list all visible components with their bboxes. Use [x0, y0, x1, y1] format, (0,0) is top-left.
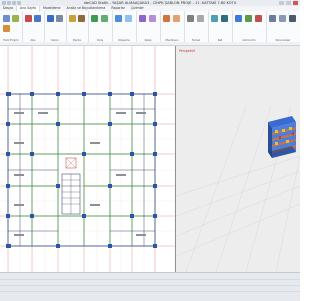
footing-icon[interactable]: [197, 15, 204, 22]
redo-icon[interactable]: [12, 1, 16, 5]
viewport-label: Perspektif: [179, 49, 195, 53]
foundation-icon[interactable]: [187, 15, 194, 22]
view-section-icon[interactable]: [255, 15, 262, 22]
ribbon-group-beam: Kiriş: [88, 11, 113, 42]
maximize-icon[interactable]: [286, 1, 291, 5]
column-edit-icon[interactable]: [56, 15, 63, 22]
floor-plan-drawing[interactable]: [0, 46, 175, 272]
window-controls: [279, 1, 298, 5]
ribbon-group-formwork: Kalıp: [136, 11, 161, 42]
perspective-drawing[interactable]: [176, 46, 300, 272]
view-3d-icon[interactable]: [235, 15, 242, 22]
floor-icon[interactable]: [211, 15, 218, 22]
column-icon[interactable]: [47, 15, 54, 22]
wall-icon[interactable]: [69, 15, 76, 22]
ribbon-group-slab: Döşeme: [112, 11, 137, 42]
3d-viewport[interactable]: Perspektif: [176, 46, 300, 272]
ribbon-group-column: Kolon: [44, 11, 67, 42]
status-bar: [0, 272, 300, 301]
grid-icon[interactable]: [34, 15, 41, 22]
print-icon[interactable]: [17, 1, 21, 5]
ramp-icon[interactable]: [173, 15, 180, 22]
slab-edit-icon[interactable]: [125, 15, 132, 22]
ribbon-group-foundation: Temel: [184, 11, 209, 42]
open-icon[interactable]: [12, 15, 19, 22]
beam-edit-icon[interactable]: [101, 15, 108, 22]
plan-viewport[interactable]: [0, 46, 176, 272]
axis-icon[interactable]: [25, 15, 32, 22]
undo-icon[interactable]: [7, 1, 11, 5]
background-grid: [0, 46, 175, 272]
status-row: [0, 285, 300, 292]
formwork-edit-icon[interactable]: [149, 15, 156, 22]
slab-icon[interactable]: [115, 15, 122, 22]
ribbon-group-floor: Kat: [208, 11, 233, 42]
close-icon[interactable]: [293, 1, 298, 5]
stairs-icon[interactable]: [163, 15, 170, 22]
view-plan-icon[interactable]: [245, 15, 252, 22]
minimize-icon[interactable]: [279, 1, 284, 5]
window-tile-icon[interactable]: [269, 15, 276, 22]
axis-grid: [0, 46, 175, 272]
ribbon: Hızlı Erişim Aks Kolon Perde Kiriş Döşem…: [0, 11, 300, 43]
new-icon[interactable]: [3, 15, 10, 22]
settings-icon[interactable]: [3, 25, 10, 32]
ribbon-group-axis: Aks: [22, 11, 45, 42]
quick-access-toolbar[interactable]: [2, 1, 42, 5]
building-3d: [268, 116, 296, 158]
save-icon[interactable]: [2, 1, 6, 5]
shear-wall-icon[interactable]: [78, 15, 85, 22]
ribbon-group-quick: Hızlı Erişim: [0, 11, 23, 42]
beam-icon[interactable]: [91, 15, 98, 22]
stair-core: [61, 173, 81, 215]
window-list-icon[interactable]: [289, 15, 296, 22]
ribbon-group-view: Görünüm: [232, 11, 267, 42]
window-cascade-icon[interactable]: [279, 15, 286, 22]
ribbon-group-wall: Perde: [66, 11, 89, 42]
ribbon-group-stairs: Merdiven: [160, 11, 185, 42]
ribbon-group-windows: Pencereler: [266, 11, 300, 42]
formwork-icon[interactable]: [139, 15, 146, 22]
floor-copy-icon[interactable]: [221, 15, 228, 22]
